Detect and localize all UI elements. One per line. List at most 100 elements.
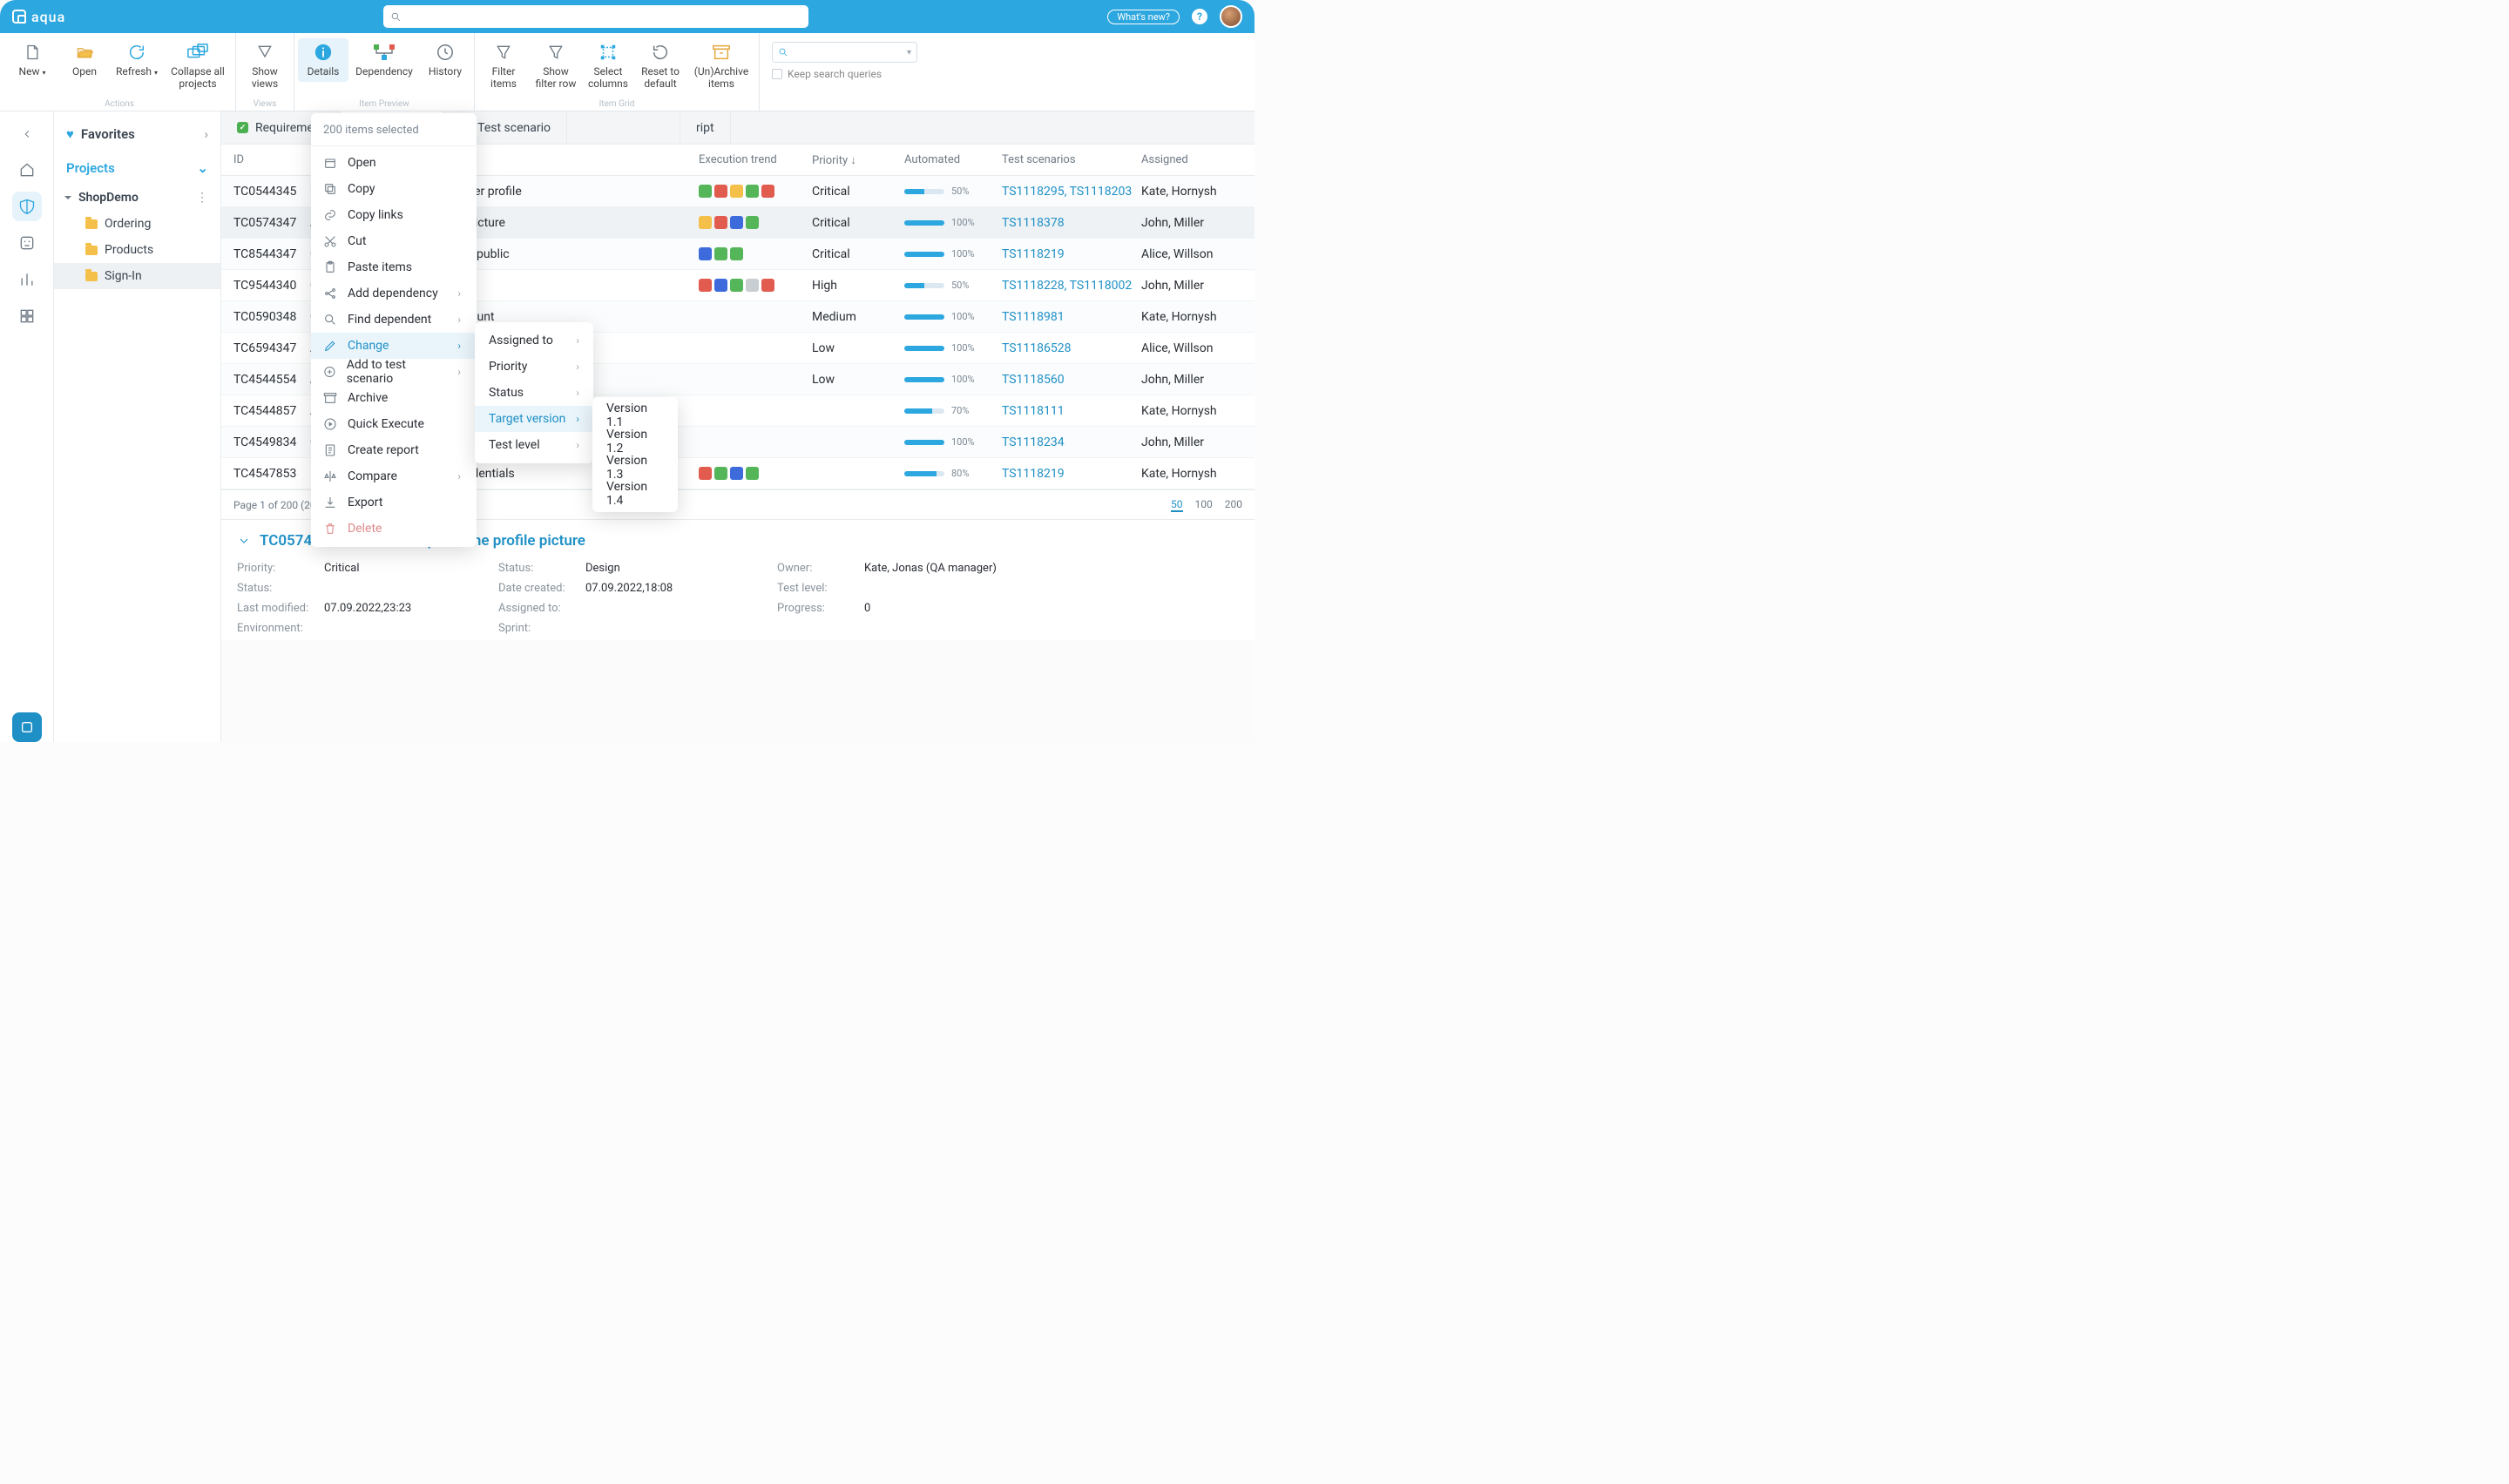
ribbon-group-grid-label: Item Grid [478, 99, 755, 109]
detail-testlevel-label: Test level: [777, 582, 864, 595]
version-option[interactable]: Version 1.3 [592, 455, 678, 481]
change-priority[interactable]: Priority› [475, 354, 593, 380]
menu-copy[interactable]: Copy [311, 176, 477, 202]
menu-open[interactable]: Open [311, 150, 477, 176]
menu-quick[interactable]: Quick Execute [311, 411, 477, 437]
refresh-button[interactable]: Refresh ▾ [112, 38, 162, 94]
ribbon-toolbar: New ▾ Open Refresh ▾ Collapse all projec… [0, 33, 1254, 111]
page-size-100[interactable]: 100 [1195, 498, 1213, 512]
cell-scenarios[interactable]: TS1118111 [1002, 404, 1141, 418]
cell-id: TC0590348 [221, 310, 310, 324]
grid-search-input[interactable]: ▾ [772, 42, 917, 63]
keep-search-checkbox[interactable]: Keep search queries [772, 68, 882, 80]
show-filter-row-button[interactable]: Show filter row [531, 38, 581, 94]
folder-signin[interactable]: Sign-In [54, 263, 220, 289]
menu-cut[interactable]: Cut [311, 228, 477, 254]
menu-archive[interactable]: Archive [311, 385, 477, 411]
cell-scenarios[interactable]: TS11186528 [1002, 341, 1141, 355]
nav-projects[interactable] [12, 192, 42, 221]
change-target-version[interactable]: Target version› [475, 406, 593, 432]
filter-items-button[interactable]: Filter items [478, 38, 529, 94]
user-avatar[interactable] [1220, 5, 1242, 28]
cell-id: TC4549834 [221, 435, 310, 449]
show-views-button[interactable]: Show views [240, 38, 290, 94]
chevron-down-icon: ▾ [907, 48, 911, 57]
cell-scenarios[interactable]: TS1118228, TS1118002 [1002, 279, 1141, 293]
col-priority[interactable]: Priority ↓ [812, 153, 904, 167]
menu-change[interactable]: Change› [311, 333, 477, 359]
reset-default-button[interactable]: Reset to default [635, 38, 686, 94]
project-node-shopdemo[interactable]: ShopDemo ⋮ [54, 185, 220, 211]
heart-icon: ♥ [66, 126, 74, 142]
projects-header[interactable]: Projects⌄ [54, 152, 220, 185]
cell-scenarios[interactable]: TS1118378 [1002, 216, 1141, 230]
tab-other1[interactable] [567, 111, 680, 144]
select-columns-button[interactable]: Select columns [583, 38, 633, 94]
cell-trend [699, 247, 812, 260]
detail-progress-value: 0 [864, 602, 1056, 615]
nav-home[interactable] [12, 155, 42, 185]
help-button[interactable]: ? [1192, 9, 1207, 24]
col-id[interactable]: ID [221, 153, 310, 166]
more-icon[interactable]: ⋮ [196, 191, 208, 205]
global-search[interactable] [383, 5, 808, 28]
new-button[interactable]: New ▾ [7, 38, 57, 94]
cell-automated: 100% [904, 248, 1002, 260]
version-option[interactable]: Version 1.1 [592, 402, 678, 428]
cell-priority: Critical [812, 216, 904, 230]
history-button[interactable]: History [420, 38, 470, 82]
change-test-level[interactable]: Test level› [475, 432, 593, 458]
collapse-sidebar-button[interactable] [21, 120, 33, 148]
nav-apps[interactable] [12, 301, 42, 331]
col-assigned[interactable]: Assigned [1141, 153, 1254, 166]
version-option[interactable]: Version 1.2 [592, 428, 678, 455]
cell-scenarios[interactable]: TS1118560 [1002, 373, 1141, 387]
menu-adddep[interactable]: Add dependency› [311, 280, 477, 307]
cell-trend [699, 185, 812, 198]
detail-status2-label: Status: [237, 582, 324, 595]
favorites-section[interactable]: ♥ Favorites › [54, 117, 220, 152]
menu-delete[interactable]: Delete [311, 516, 477, 542]
nav-tests[interactable] [12, 228, 42, 258]
details-button[interactable]: Details [298, 38, 348, 82]
folder-ordering[interactable]: Ordering [54, 211, 220, 237]
collapse-all-button[interactable]: Collapse all projects [164, 38, 232, 94]
ribbon-group-preview-label: Item Preview [298, 99, 470, 109]
col-trend[interactable]: Execution trend [699, 153, 812, 166]
open-button[interactable]: Open [59, 38, 110, 94]
menu-compare[interactable]: Compare› [311, 463, 477, 489]
menu-paste[interactable]: Paste items [311, 254, 477, 280]
menu-export[interactable]: Export [311, 489, 477, 516]
dependency-button[interactable]: Dependency [350, 38, 418, 82]
cell-scenarios[interactable]: TS1118219 [1002, 467, 1141, 481]
change-status[interactable]: Status› [475, 380, 593, 406]
page-size-200[interactable]: 200 [1225, 498, 1242, 512]
cell-assigned: Kate, Hornysh [1141, 404, 1254, 418]
cell-trend [699, 216, 812, 229]
cell-scenarios[interactable]: TS1118234 [1002, 435, 1141, 449]
menu-finddep[interactable]: Find dependent› [311, 307, 477, 333]
detail-status-value: Design [585, 562, 777, 575]
archive-button[interactable]: (Un)Archive items [687, 38, 755, 94]
col-scenarios[interactable]: Test scenarios [1002, 153, 1141, 166]
cell-scenarios[interactable]: TS1118295, TS1118203 [1002, 185, 1141, 199]
search-icon [390, 11, 402, 23]
folder-products[interactable]: Products [54, 237, 220, 263]
chevron-right-icon: › [204, 126, 208, 142]
cell-id: TC4544554 [221, 373, 310, 387]
nav-reports[interactable] [12, 265, 42, 294]
cell-scenarios[interactable]: TS1118219 [1002, 247, 1141, 261]
page-size-50[interactable]: 50 [1171, 498, 1183, 512]
col-automated[interactable]: Automated [904, 153, 1002, 166]
menu-copylinks[interactable]: Copy links [311, 202, 477, 228]
cell-scenarios[interactable]: TS1118981 [1002, 310, 1141, 324]
cell-assigned: Kate, Hornysh [1141, 467, 1254, 481]
whats-new-button[interactable]: What's new? [1107, 10, 1180, 24]
change-assigned-to[interactable]: Assigned to› [475, 327, 593, 354]
cell-id: TC0574347 [221, 216, 310, 230]
menu-report[interactable]: Create report [311, 437, 477, 463]
version-option[interactable]: Version 1.4 [592, 481, 678, 507]
tab-other2[interactable]: ript [680, 111, 731, 144]
ribbon-group-views-label: Views [240, 99, 290, 109]
menu-addscen[interactable]: Add to test scenario› [311, 359, 477, 385]
